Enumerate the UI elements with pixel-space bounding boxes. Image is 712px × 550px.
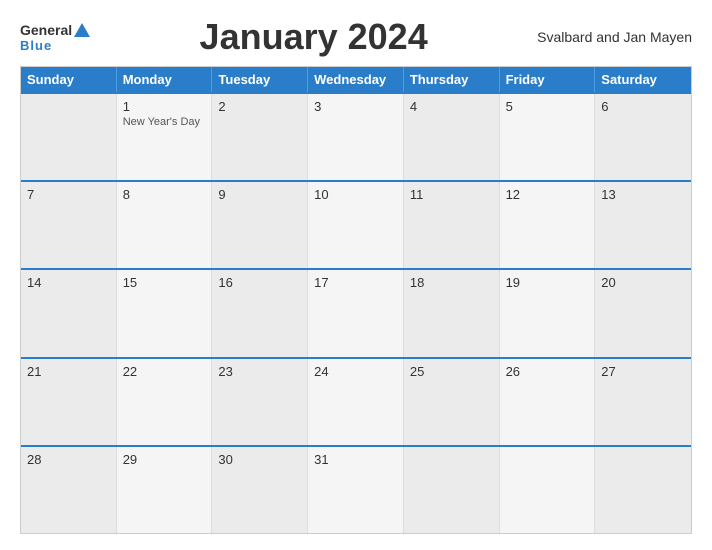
day-number: 31 xyxy=(314,452,397,467)
cal-cell xyxy=(21,94,117,180)
day-number: 2 xyxy=(218,99,301,114)
event-label: New Year's Day xyxy=(123,116,206,128)
cal-cell xyxy=(595,447,691,533)
header-cell-saturday: Saturday xyxy=(595,67,691,92)
week-row-4: 21 22 23 24 25 26 27 xyxy=(21,357,691,445)
cal-cell: 26 xyxy=(500,359,596,445)
day-number: 14 xyxy=(27,275,110,290)
week-row-2: 789 10 11 12 13 xyxy=(21,180,691,268)
cal-cell: 16 xyxy=(212,270,308,356)
day-number: 19 xyxy=(506,275,589,290)
calendar-header-row: SundayMondayTuesdayWednesdayThursdayFrid… xyxy=(21,67,691,92)
cal-cell: 24 xyxy=(308,359,404,445)
cal-cell: 30 xyxy=(212,447,308,533)
day-number: 27 xyxy=(601,364,685,379)
cal-cell: 31 xyxy=(308,447,404,533)
day-number: 13 xyxy=(601,187,685,202)
day-number: 26 xyxy=(506,364,589,379)
cal-cell: 28 xyxy=(21,447,117,533)
week-row-5: 28 29 30 31 xyxy=(21,445,691,533)
cal-cell: 19 xyxy=(500,270,596,356)
day-number: 21 xyxy=(27,364,110,379)
cal-cell: 2 xyxy=(212,94,308,180)
cal-cell: 11 xyxy=(404,182,500,268)
header-cell-tuesday: Tuesday xyxy=(212,67,308,92)
logo: General Blue xyxy=(20,22,90,53)
cal-cell: 20 xyxy=(595,270,691,356)
cal-cell: 8 xyxy=(117,182,213,268)
cal-cell: 9 xyxy=(212,182,308,268)
cal-cell: 25 xyxy=(404,359,500,445)
header-cell-monday: Monday xyxy=(117,67,213,92)
cal-cell xyxy=(404,447,500,533)
day-number: 8 xyxy=(123,187,206,202)
logo-blue-text: Blue xyxy=(20,38,52,53)
month-title: January 2024 xyxy=(90,16,537,58)
cal-cell: 7 xyxy=(21,182,117,268)
cal-cell: 1 New Year's Day xyxy=(117,94,213,180)
day-number: 7 xyxy=(27,187,110,202)
day-number: 1 xyxy=(123,99,206,114)
cal-cell: 13 xyxy=(595,182,691,268)
day-number: 9 xyxy=(218,187,301,202)
day-number: 23 xyxy=(218,364,301,379)
cal-cell: 22 xyxy=(117,359,213,445)
cal-cell: 18 xyxy=(404,270,500,356)
day-number: 28 xyxy=(27,452,110,467)
day-number: 17 xyxy=(314,275,397,290)
day-number: 20 xyxy=(601,275,685,290)
header-cell-sunday: Sunday xyxy=(21,67,117,92)
day-number: 30 xyxy=(218,452,301,467)
logo-triangle-icon xyxy=(74,23,90,37)
day-number: 25 xyxy=(410,364,493,379)
cal-cell: 3 xyxy=(308,94,404,180)
day-number: 16 xyxy=(218,275,301,290)
cal-cell: 10 xyxy=(308,182,404,268)
cal-cell xyxy=(500,447,596,533)
cal-cell: 12 xyxy=(500,182,596,268)
day-number: 15 xyxy=(123,275,206,290)
calendar-grid: SundayMondayTuesdayWednesdayThursdayFrid… xyxy=(20,66,692,534)
day-number: 4 xyxy=(410,99,493,114)
day-number: 24 xyxy=(314,364,397,379)
day-number: 3 xyxy=(314,99,397,114)
day-number: 18 xyxy=(410,275,493,290)
cal-cell: 21 xyxy=(21,359,117,445)
cal-cell: 17 xyxy=(308,270,404,356)
cal-cell: 6 xyxy=(595,94,691,180)
cal-cell: 23 xyxy=(212,359,308,445)
cal-cell: 29 xyxy=(117,447,213,533)
week-row-3: 14 15 16 17 18 19 20 xyxy=(21,268,691,356)
header-cell-friday: Friday xyxy=(500,67,596,92)
cal-cell: 15 xyxy=(117,270,213,356)
day-number: 12 xyxy=(506,187,589,202)
day-number: 5 xyxy=(506,99,589,114)
cal-cell: 14 xyxy=(21,270,117,356)
day-number: 29 xyxy=(123,452,206,467)
day-number: 6 xyxy=(601,99,685,114)
week-row-1: 1 New Year's Day 23456 xyxy=(21,92,691,180)
calendar-page: General Blue January 2024 Svalbard and J… xyxy=(0,0,712,550)
day-number: 10 xyxy=(314,187,397,202)
region-label: Svalbard and Jan Mayen xyxy=(537,29,692,45)
cal-cell: 27 xyxy=(595,359,691,445)
header-cell-thursday: Thursday xyxy=(404,67,500,92)
cal-cell: 5 xyxy=(500,94,596,180)
header-cell-wednesday: Wednesday xyxy=(308,67,404,92)
logo-general-text: General xyxy=(20,22,72,38)
day-number: 22 xyxy=(123,364,206,379)
page-header: General Blue January 2024 Svalbard and J… xyxy=(20,16,692,58)
day-number: 11 xyxy=(410,187,493,202)
cal-cell: 4 xyxy=(404,94,500,180)
